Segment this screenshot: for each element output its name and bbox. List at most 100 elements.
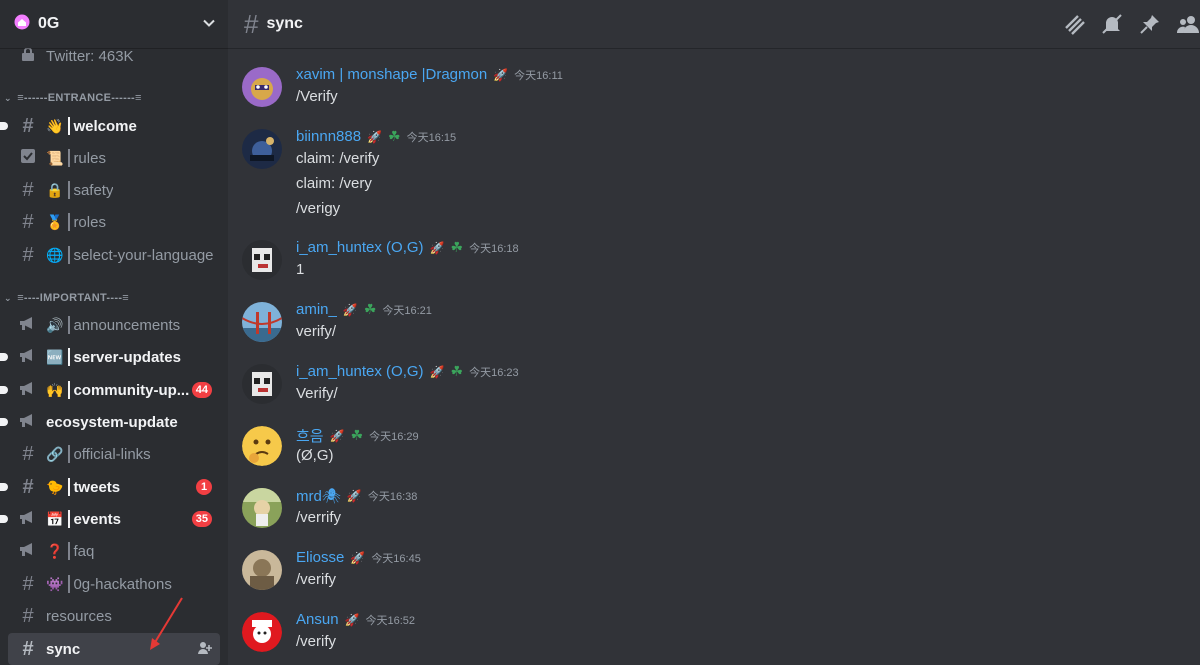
channel-official-links[interactable]: # 🔗 official-links <box>8 438 220 470</box>
message-text: /verify <box>296 633 337 650</box>
timestamp: 今天16:29 <box>369 430 419 443</box>
username[interactable]: xavim | monshape |Dragmon <box>296 66 487 83</box>
red-arrow-annotation <box>150 597 183 650</box>
username[interactable]: 흐음 <box>296 425 324 446</box>
channel-tweets[interactable]: # 🐤 tweets 1 <box>0 471 220 503</box>
channel-rules[interactable]: 📜 rules <box>8 142 220 174</box>
server-header[interactable]: 0G <box>0 0 228 48</box>
chevron-down-icon: ⌄ <box>4 293 12 303</box>
hash-icon: # <box>22 573 34 595</box>
server-booster-icon: 🚀 <box>429 364 445 379</box>
server-booster-icon: 🚀 <box>346 489 362 503</box>
hash-icon: # <box>22 244 34 266</box>
channel-announcements[interactable]: 🔊 announcements <box>8 309 220 341</box>
notification-bell-muted-icon[interactable] <box>1100 12 1124 36</box>
avatar[interactable] <box>242 240 282 280</box>
channel-roles[interactable]: # 🏅 roles <box>8 206 220 238</box>
username[interactable]: Eliosse <box>296 549 344 566</box>
lock-icon <box>16 46 40 66</box>
avatar[interactable] <box>242 67 282 107</box>
megaphone-icon <box>16 509 40 529</box>
server-name: 0G <box>38 15 60 32</box>
category-entrance[interactable]: ⌄ ≡------ENTRANCE------≡ <box>4 92 142 104</box>
unread-indicator <box>0 386 8 394</box>
avatar[interactable] <box>242 488 282 528</box>
threads-icon[interactable] <box>1062 12 1086 36</box>
mention-badge: 1 <box>196 479 212 495</box>
clover-role-icon: ☘ <box>450 239 464 255</box>
channel-events[interactable]: 📅 events 35 <box>0 503 220 535</box>
member-list-icon[interactable] <box>1176 12 1200 36</box>
globe-icon: 🌐 <box>46 246 64 263</box>
raised-hands-icon: 🙌 <box>46 381 64 398</box>
avatar[interactable] <box>242 364 282 404</box>
chat-area: # sync xavim | monshape |Dragmon 🚀 今天16:… <box>228 0 1200 665</box>
message-text: Verify/ <box>296 385 338 402</box>
avatar[interactable] <box>242 612 282 652</box>
username[interactable]: mrd🕷 <box>296 487 341 505</box>
unread-indicator <box>0 515 8 523</box>
channel-sidebar: 0G Twitter: 463K ⌄ ≡------ENTRANCE------… <box>0 0 228 665</box>
question-mark-icon: ❓ <box>46 542 64 559</box>
clover-role-icon: ☘ <box>363 301 377 317</box>
hash-icon: # <box>22 211 34 233</box>
timestamp: 今天16:38 <box>367 491 418 503</box>
hash-icon: # <box>22 443 34 465</box>
hash-icon: # <box>22 115 34 137</box>
message-text: /verify <box>296 571 337 588</box>
channel-community-updates[interactable]: 🙌 community-up... 44 <box>0 374 220 406</box>
channel-server-updates[interactable]: 🆕 server-updates <box>0 341 220 373</box>
link-icon: 🔗 <box>46 445 64 462</box>
chevron-down-icon[interactable] <box>202 16 216 33</box>
username[interactable]: biinnn888 <box>296 128 361 145</box>
category-important[interactable]: ⌄ ≡----IMPORTANT----≡ <box>4 292 129 304</box>
server-booster-icon: 🚀 <box>493 67 509 82</box>
hash-icon: # <box>244 9 259 39</box>
clover-role-icon: ☘ <box>350 427 364 443</box>
channel-faq[interactable]: ❓ faq <box>8 535 220 567</box>
clover-role-icon: ☘ <box>450 363 464 379</box>
message-text: /Verify <box>296 88 338 105</box>
channel-safety[interactable]: # 🔒 safety <box>8 174 220 206</box>
avatar[interactable] <box>242 550 282 590</box>
megaphone-icon <box>16 541 40 561</box>
message-text: /verigy <box>296 200 341 217</box>
channel-welcome[interactable]: # 👋 welcome <box>0 110 220 142</box>
alien-monster-icon: 👾 <box>46 575 64 592</box>
avatar[interactable] <box>242 302 282 342</box>
timestamp: 今天16:52 <box>365 614 416 627</box>
avatar[interactable] <box>242 129 282 169</box>
avatar[interactable] <box>242 426 282 466</box>
channel-select-your-language[interactable]: # 🌐 select-your-language <box>8 239 220 271</box>
scroll-icon: 📜 <box>46 149 64 166</box>
channel-ecosystem-update[interactable]: ecosystem-update <box>0 406 220 438</box>
timestamp: 今天16:15 <box>406 131 457 144</box>
unread-indicator <box>0 122 8 130</box>
username[interactable]: i_am_huntex (O,G) <box>296 363 424 380</box>
clover-role-icon: ☘ <box>388 128 401 144</box>
message-text: claim: /very <box>296 175 372 192</box>
header-toolbar <box>1062 12 1200 36</box>
invite-member-icon[interactable] <box>198 641 212 658</box>
calendar-icon: 📅 <box>46 510 64 527</box>
home-server-icon <box>14 14 30 34</box>
lock-emoji-icon: 🔒 <box>46 181 64 198</box>
server-booster-icon: 🚀 <box>429 240 445 255</box>
hash-icon: # <box>22 638 34 660</box>
message-text: verify/ <box>296 323 337 340</box>
username[interactable]: Ansun <box>296 611 339 628</box>
timestamp: 今天16:23 <box>469 366 519 379</box>
server-booster-icon: 🚀 <box>329 428 345 443</box>
server-booster-icon: 🚀 <box>342 302 358 317</box>
pin-icon[interactable] <box>1138 12 1162 36</box>
server-booster-icon: 🚀 <box>350 550 366 565</box>
message-text: (Ø,G) <box>296 447 334 464</box>
megaphone-icon <box>16 315 40 335</box>
unread-indicator <box>0 353 8 361</box>
channel-title: sync <box>266 15 303 32</box>
username[interactable]: i_am_huntex (O,G) <box>296 239 424 256</box>
message-text: 1 <box>296 261 305 278</box>
timestamp: 今天16:21 <box>382 304 432 317</box>
timestamp: 今天16:11 <box>514 69 563 82</box>
username[interactable]: amin_ <box>296 301 337 318</box>
